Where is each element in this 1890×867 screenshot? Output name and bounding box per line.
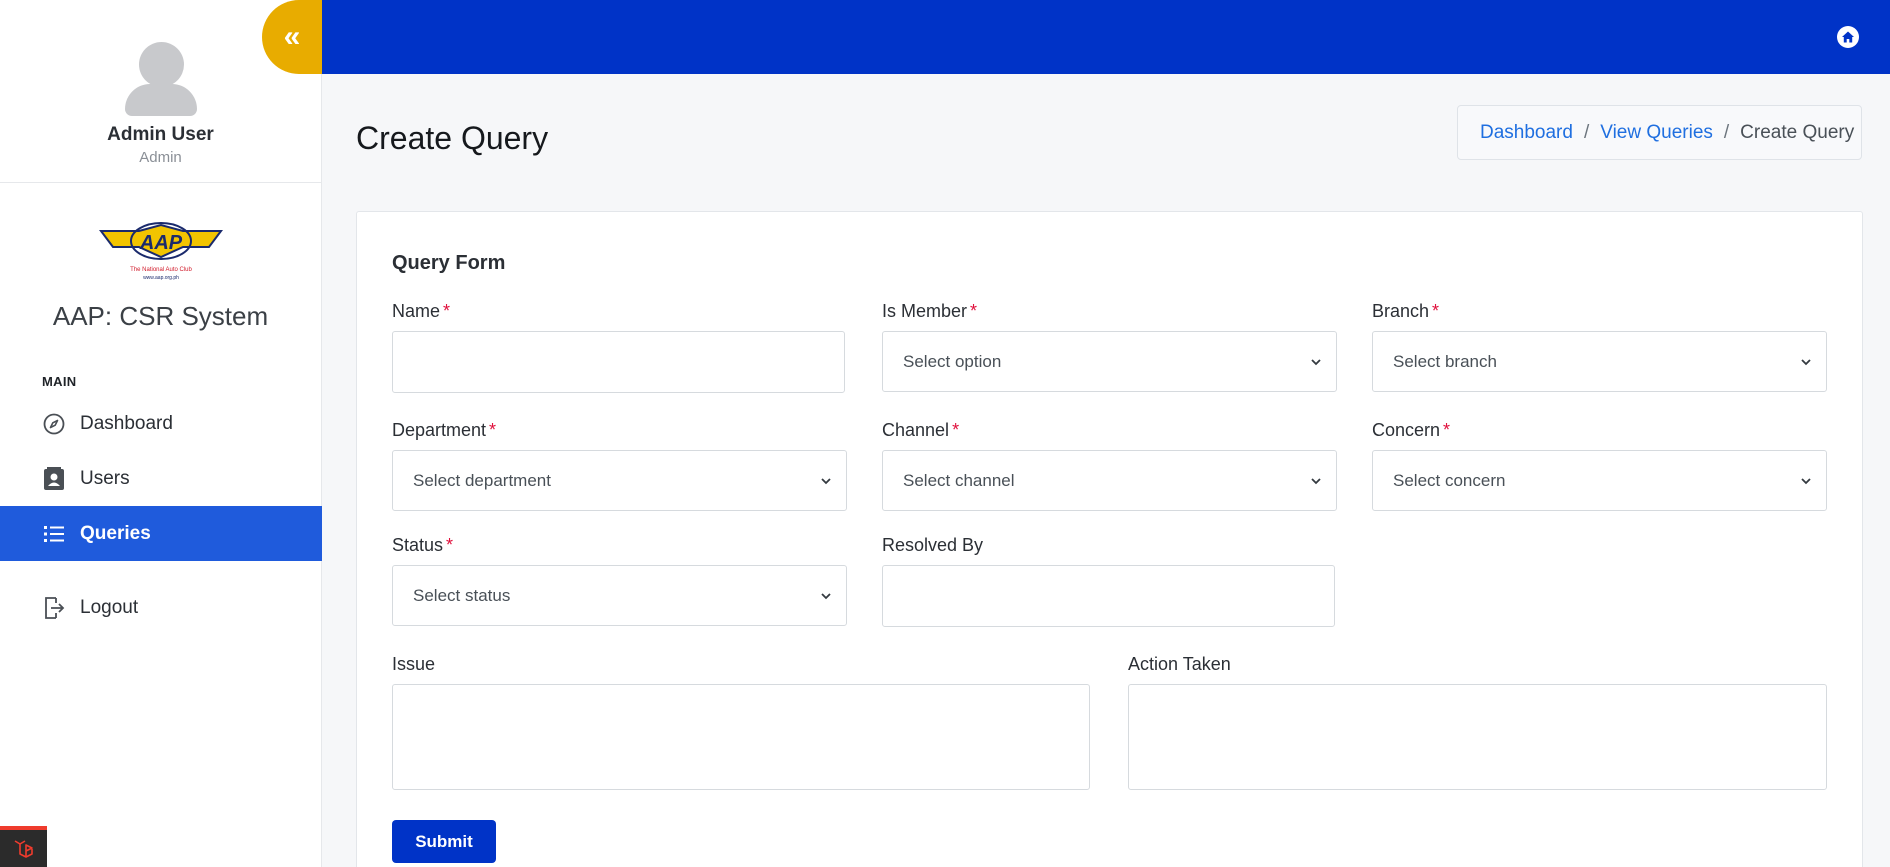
breadcrumb-link-view-queries[interactable]: View Queries	[1600, 122, 1713, 144]
breadcrumb: Dashboard / View Queries / Create Query	[1457, 105, 1862, 160]
sidebar-item-dashboard[interactable]: Dashboard	[0, 396, 322, 451]
channel-selected-value: Select channel	[903, 470, 1015, 490]
department-select[interactable]: Select department	[392, 450, 847, 511]
page-title: Create Query	[356, 120, 549, 156]
concern-selected-value: Select concern	[1393, 470, 1506, 490]
is-member-label: Is Member *	[882, 301, 978, 321]
action-taken-textarea[interactable]	[1128, 684, 1827, 790]
name-label: Name *	[392, 301, 451, 321]
branch-selected-value: Select branch	[1393, 351, 1497, 371]
sidebar-item-label: Users	[80, 467, 130, 489]
brand-title: AAP: CSR System	[52, 301, 269, 331]
chevron-down-icon	[1801, 359, 1811, 366]
chevron-down-icon	[821, 593, 831, 600]
list-icon	[42, 522, 66, 546]
chevron-down-icon	[1311, 478, 1321, 485]
is-member-selected-value: Select option	[903, 351, 1002, 371]
chevron-down-icon	[1801, 478, 1811, 485]
concern-select[interactable]: Select concern	[1372, 450, 1827, 511]
issue-label: Issue	[392, 654, 436, 674]
laravel-icon	[14, 839, 33, 858]
name-input[interactable]	[392, 331, 845, 393]
brand: AAP The National Auto Club www.aap.org.p…	[0, 183, 321, 332]
compass-icon	[42, 412, 66, 436]
resolved-by-input[interactable]	[882, 565, 1335, 627]
channel-select[interactable]: Select channel	[882, 450, 1337, 511]
sidebar-item-users[interactable]: Users	[0, 451, 322, 506]
home-icon	[1837, 26, 1859, 48]
home-button[interactable]	[1836, 25, 1860, 49]
query-form-card: Query Form Name * Is Member * Select optio…	[356, 211, 1863, 867]
action-taken-label: Action Taken	[1128, 654, 1231, 674]
branch-label: Branch *	[1372, 301, 1440, 321]
channel-label: Channel *	[882, 420, 960, 440]
form-title: Query Form	[392, 252, 506, 274]
logout-icon	[42, 596, 66, 620]
issue-textarea[interactable]	[392, 684, 1090, 790]
department-selected-value: Select department	[413, 470, 551, 490]
status-selected-value: Select status	[413, 585, 511, 605]
logo-url: www.aap.org.ph	[143, 275, 179, 281]
breadcrumb-separator: /	[1723, 121, 1730, 143]
breadcrumb-link-dashboard[interactable]: Dashboard	[1480, 122, 1573, 144]
avatar	[124, 42, 197, 116]
sidebar-item-label: Logout	[80, 596, 139, 618]
chevron-down-icon	[1311, 359, 1321, 366]
logo-text: AAP	[138, 232, 182, 254]
status-label: Status *	[392, 535, 454, 555]
user-role: Admin	[139, 149, 182, 166]
sidebar-item-logout[interactable]: Logout	[0, 580, 322, 635]
top-bar	[322, 0, 1890, 74]
concern-label: Concern *	[1372, 420, 1451, 440]
breadcrumb-separator: /	[1583, 121, 1590, 143]
is-member-select[interactable]: Select option	[882, 331, 1337, 392]
sidebar: Admin User Admin AAP The National Auto C…	[0, 0, 322, 867]
sidebar-item-label: Queries	[80, 522, 151, 544]
nav-section-label: MAIN	[42, 374, 77, 389]
sidebar-item-queries[interactable]: Queries	[0, 506, 322, 561]
aap-logo: AAP The National Auto Club www.aap.org.p…	[98, 222, 223, 281]
chevron-down-icon	[821, 478, 831, 485]
resolved-by-label: Resolved By	[882, 535, 984, 555]
breadcrumb-current: Create Query	[1740, 121, 1855, 143]
contact-card-icon	[42, 466, 66, 491]
debug-badge[interactable]	[0, 826, 47, 867]
status-select[interactable]: Select status	[392, 565, 847, 626]
double-chevron-left-icon: «	[283, 20, 301, 53]
department-label: Department *	[392, 420, 497, 440]
branch-select[interactable]: Select branch	[1372, 331, 1827, 392]
sidebar-item-label: Dashboard	[80, 412, 173, 434]
user-name: Admin User	[107, 124, 214, 145]
submit-button[interactable]: Submit	[392, 820, 496, 863]
logo-tagline: The National Auto Club	[130, 267, 192, 273]
